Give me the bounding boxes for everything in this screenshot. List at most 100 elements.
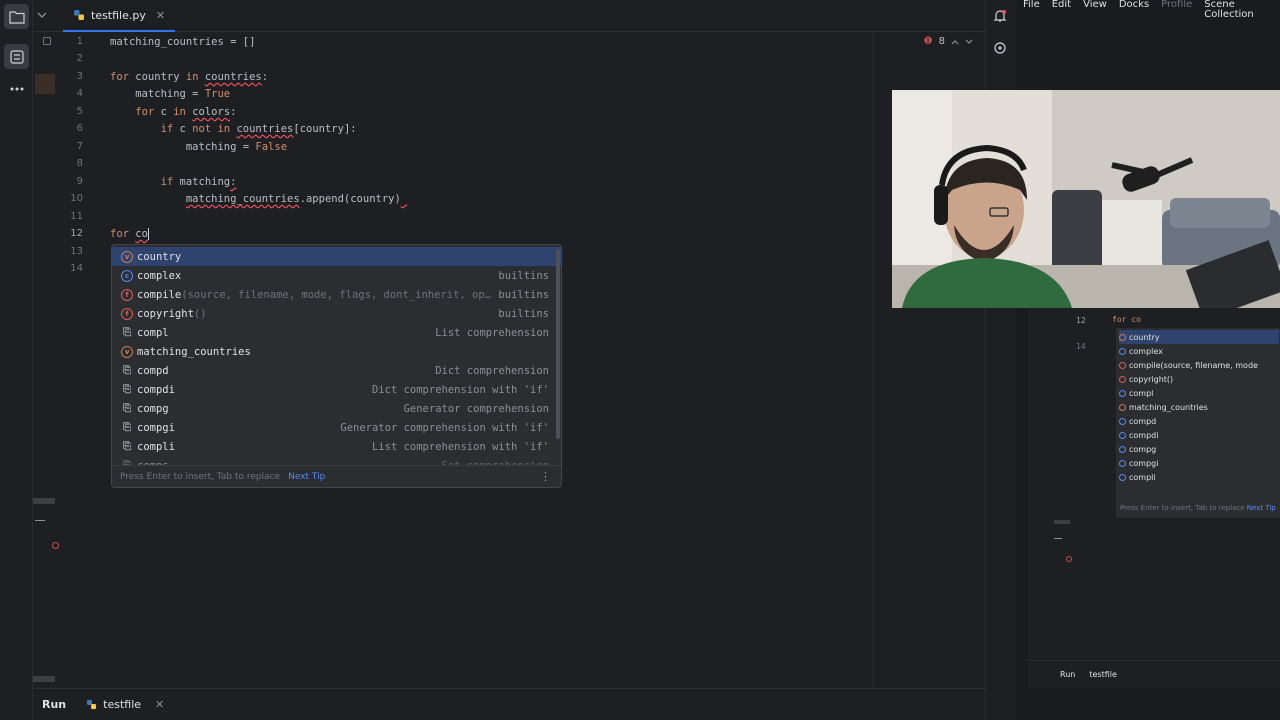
preview-item: complex [1119,344,1163,358]
line-number: 2 [76,53,83,64]
chevron-down-icon[interactable] [37,10,47,20]
next-tip-link[interactable]: Next Tip [288,472,325,482]
scroll-thumb[interactable] [33,676,55,682]
completion-type: Dict comprehension [435,364,549,377]
preview-autocomplete: country complex compile(source, filename… [1116,328,1280,518]
menu-scene-collection[interactable]: Scene Collection [1204,0,1280,20]
completion-item[interactable]: f compile (source, filename, mode, flags… [112,285,561,304]
popup-scrollbar[interactable] [556,249,560,439]
close-icon[interactable]: ✕ [156,9,165,22]
preview-item: matching_countries [1119,400,1208,414]
chevron-down-icon[interactable] [965,38,973,46]
completion-signature: (source, filename, mode, flags, dont_inh… [181,288,492,301]
preview-item: compd [1119,414,1156,428]
tab-label: testfile.py [91,8,146,22]
class-icon [1119,347,1126,355]
completion-name: compile [137,288,182,301]
right-margin-guide [873,32,874,692]
obs-preview[interactable]: 12 14 for co country complex compile(sou… [1028,308,1280,688]
left-tool-strip [0,0,33,720]
completion-item[interactable]: v country [112,247,561,266]
tab-testfile[interactable]: testfile.py ✕ [63,0,176,32]
preview-line-number: 14 [1076,342,1086,351]
completion-name: compg [137,402,169,415]
preview-footer-hint: Press Enter to insert, Tab to replace Ne… [1120,504,1276,512]
menu-docks[interactable]: Docks [1119,0,1149,10]
preview-run-bar: Run testfile [1028,660,1280,688]
more-tools-icon[interactable] [4,76,29,101]
run-label[interactable]: Run [42,698,66,711]
webcam-feed [892,90,1280,308]
code-line-10: matching_countries.append(country) [185,193,401,205]
chevron-up-icon[interactable] [951,38,959,46]
variable-icon [1119,403,1126,411]
template-icon [1119,445,1126,453]
close-icon[interactable]: ✕ [155,698,164,711]
completion-signature: () [193,307,207,320]
completion-type: Generator comprehension [403,402,549,415]
run-tab-label: testfile [103,698,142,711]
inspection-widget[interactable]: ❶ 8 [924,36,973,47]
footer-hint: Press Enter to insert, Tab to replace [120,471,281,482]
function-icon [1119,375,1126,383]
code-line-5: for c in colors: [135,106,237,118]
function-icon: f [121,288,133,301]
template-icon [1119,431,1126,439]
line-number: 1 [76,36,83,47]
preview-item-label: matching_countries [1129,402,1208,412]
error-marker-icon [1066,556,1072,562]
preview-item-label: compdi [1129,430,1159,440]
completion-item[interactable]: v matching_countries [112,342,561,361]
structure-icon[interactable] [4,44,29,69]
completion-item[interactable]: ⎘ compdi Dict comprehension with 'if' [112,380,561,399]
project-folder-icon[interactable] [4,4,29,29]
more-options-icon[interactable]: ⋮ [540,470,551,483]
preview-line-number: 12 [1076,316,1086,325]
preview-item: country [1119,330,1279,344]
preview-item-label: compd [1129,416,1157,426]
preview-code: for co [1112,315,1141,324]
completion-item[interactable]: ⎘ compgi Generator comprehension with 'i… [112,418,561,437]
menu-edit[interactable]: Edit [1052,0,1071,10]
python-file-icon [74,10,84,20]
completion-name: compgi [137,421,175,434]
completion-item[interactable]: ⎘ compg Generator comprehension [112,399,561,418]
scroll-thumb[interactable] [33,498,55,504]
completion-item[interactable]: c complex builtins [112,266,561,285]
completion-name: complex [137,269,182,282]
menu-view[interactable]: View [1083,0,1107,10]
completion-name: copyright [137,307,194,320]
line-number: 6 [76,123,83,134]
python-file-icon [87,699,97,710]
template-icon: ⎘ [123,365,131,376]
error-count: 8 [938,36,945,47]
completion-item[interactable]: ⎘ compl List comprehension [112,323,561,342]
ai-assistant-icon[interactable] [993,41,1007,55]
line-number: 3 [76,71,83,82]
menu-profile[interactable]: Profile [1161,0,1192,10]
preview-item-label: country [1129,332,1160,342]
completion-type: List comprehension with 'if' [371,440,549,453]
preview-item: compl [1119,386,1153,400]
completion-item[interactable]: ⎘ compli List comprehension with 'if' [112,437,561,456]
run-tab-testfile[interactable]: testfile ✕ [86,698,164,711]
completion-name: compl [137,326,169,339]
preview-item-label: compg [1129,444,1157,454]
popup-footer: Press Enter to insert, Tab to replace Ne… [112,465,561,487]
code-line-9: if matching: [160,176,237,188]
error-icon: ❶ [923,36,933,47]
notifications-bell-icon[interactable] [993,9,1007,23]
menu-file[interactable]: File [1023,0,1040,10]
variable-icon: v [121,345,133,358]
minus-icon[interactable] [35,520,45,521]
completion-type: builtins [498,307,549,320]
fold-icon[interactable] [43,37,51,45]
completion-item[interactable]: ⎘ compd Dict comprehension [112,361,561,380]
completion-item[interactable]: f copyright () builtins [112,304,561,323]
code-line-12: for co [110,228,149,240]
run-tool-window-bar: Run testfile ✕ [33,688,985,720]
preview-item: compile(source, filename, mode [1119,358,1258,372]
code-line-7: matching = False [110,141,288,153]
template-icon [1119,473,1126,481]
line-number: 11 [70,211,83,222]
